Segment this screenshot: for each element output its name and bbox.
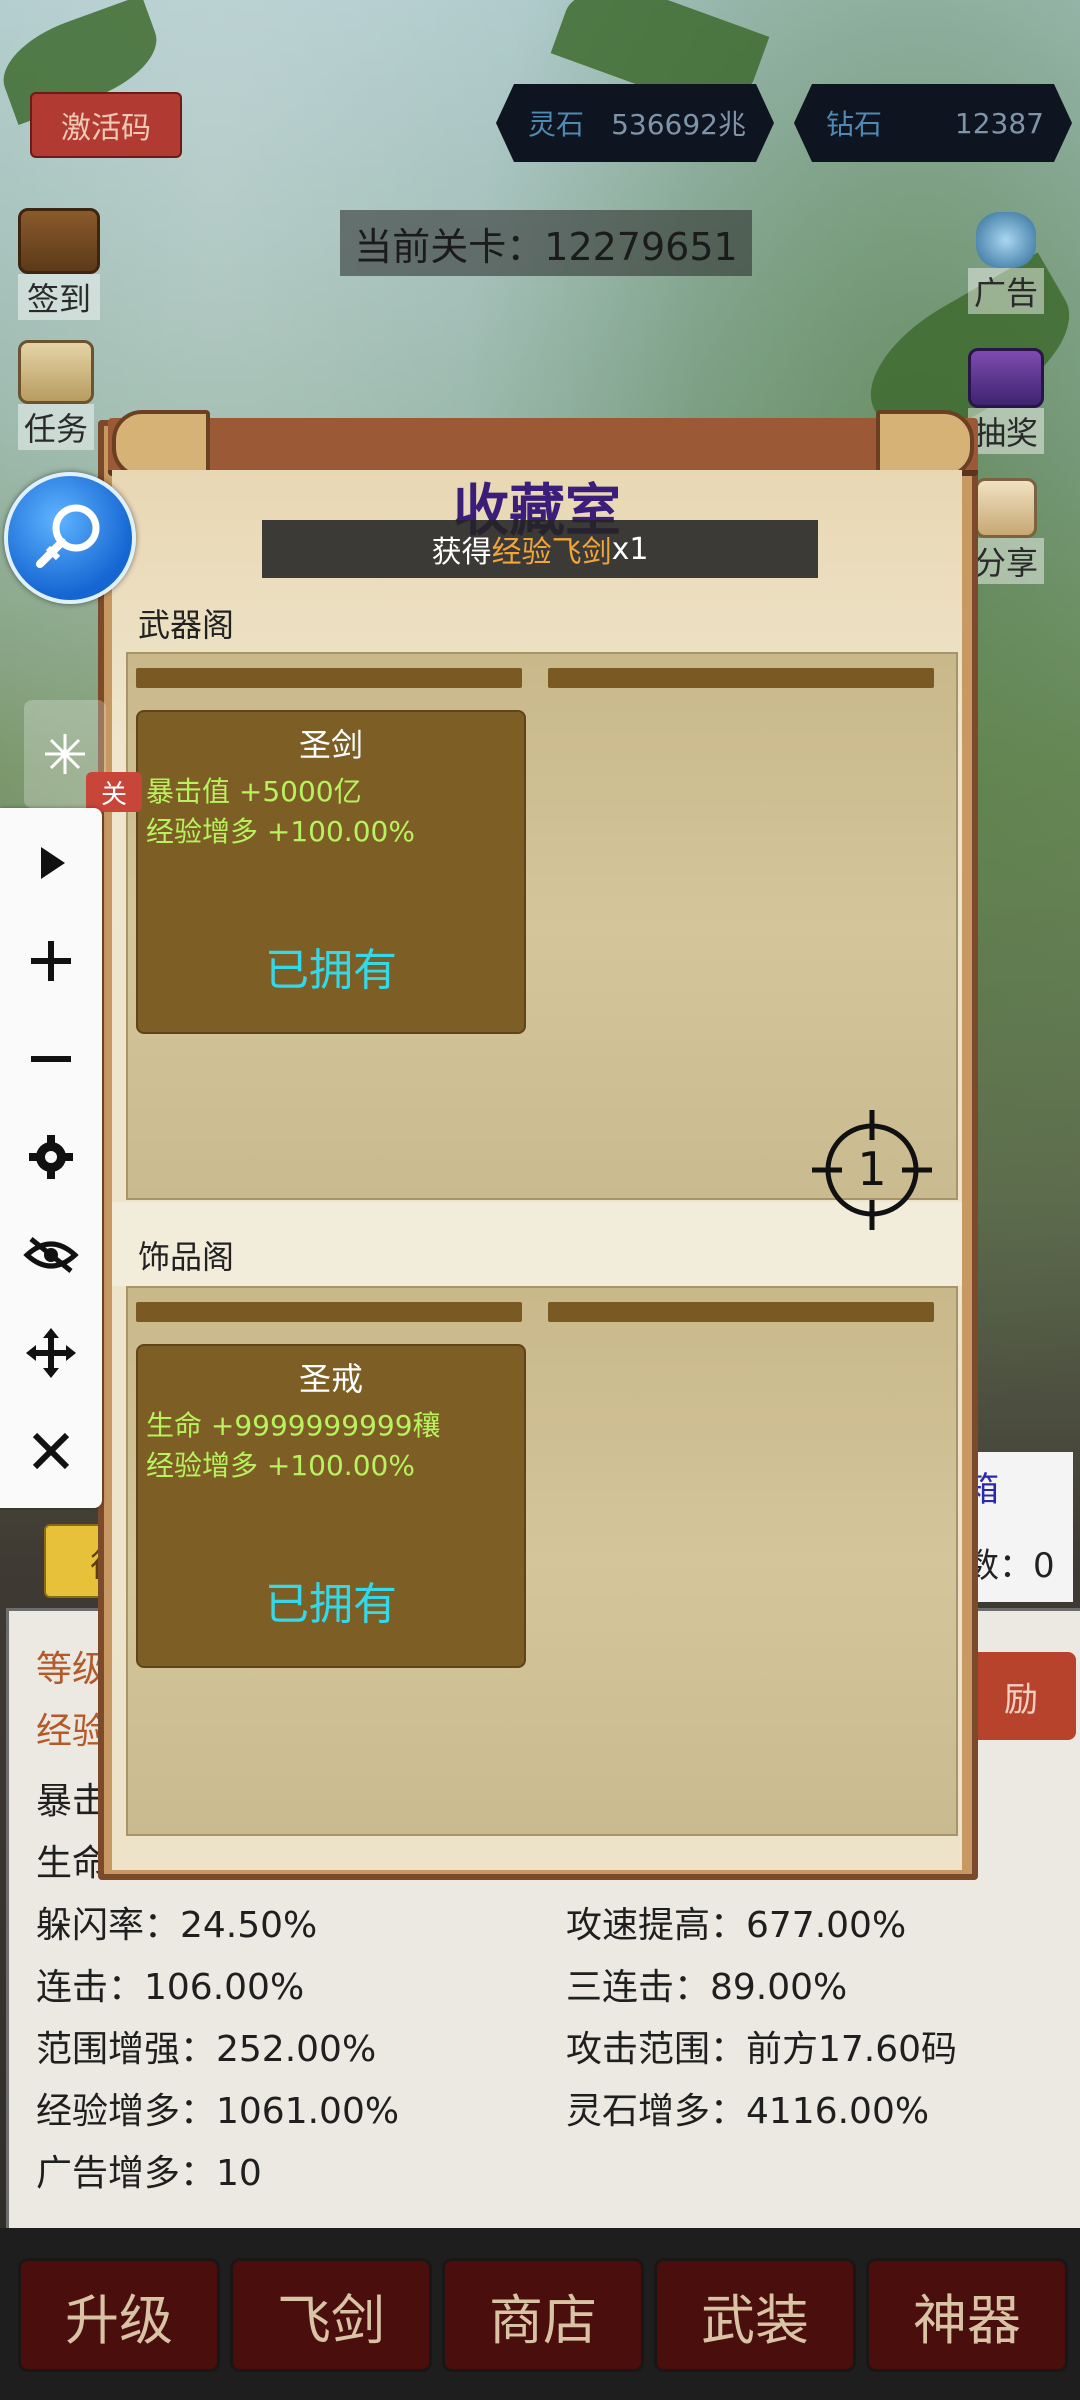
play-button[interactable] xyxy=(0,818,102,908)
ads-button[interactable]: 广告 xyxy=(968,212,1045,314)
diamond-value: 12387 xyxy=(954,106,1044,140)
toast-item: 经验飞剑 xyxy=(491,535,612,570)
spirit-stone-counter: 灵石 536692兆 xyxy=(496,84,774,162)
plus-icon xyxy=(31,941,71,981)
nav-equipment[interactable]: 武装 xyxy=(654,2258,856,2372)
floating-toolbar xyxy=(0,808,102,1508)
zoom-in-button[interactable] xyxy=(0,916,102,1006)
diamond-label: 钻石 xyxy=(826,108,883,141)
stat-attack-speed: 攻速提高：677.00% xyxy=(566,1905,907,1946)
stat-range-boost: 范围增强：252.00% xyxy=(36,2029,377,2070)
accessory-stat: 经验增多 +100.00% xyxy=(146,1449,415,1482)
close-icon xyxy=(32,1432,70,1470)
toast-suffix: x1 xyxy=(611,531,649,567)
stat-dodge: 躲闪率：24.50% xyxy=(36,1905,318,1946)
weapon-card[interactable]: 圣剑 暴击值 +5000亿 经验增多 +100.00% 已拥有 xyxy=(136,710,526,1034)
accessory-slot-header xyxy=(548,1302,934,1322)
eye-off-icon xyxy=(23,1237,79,1273)
activation-code-button[interactable]: 激活码 xyxy=(30,92,182,158)
hide-button[interactable] xyxy=(0,1210,102,1300)
spirit-stone-label: 灵石 xyxy=(528,108,585,141)
chest-count-fragment: 数：0 xyxy=(965,1546,1055,1586)
lottery-label: 抽奖 xyxy=(968,408,1045,454)
move-button[interactable] xyxy=(0,1308,102,1398)
settings-button[interactable] xyxy=(0,1112,102,1202)
stat-spirit-stone-boost: 灵石增多：4116.00% xyxy=(566,2091,930,2132)
sign-in-button[interactable]: 签到 xyxy=(18,208,100,320)
magnifier-tool-button[interactable] xyxy=(4,472,136,604)
weapon-owned-status: 已拥有 xyxy=(265,945,397,996)
nav-artifact[interactable]: 神器 xyxy=(866,2258,1068,2372)
tasks-button[interactable]: 任务 xyxy=(18,340,95,450)
stat-attack-range: 攻击范围：前方17.60码 xyxy=(566,2029,958,2070)
weapon-slot-header xyxy=(136,668,522,688)
lottery-chest-icon xyxy=(968,348,1044,408)
off-badge[interactable]: 关 xyxy=(86,772,142,812)
lottery-button[interactable]: 抽奖 xyxy=(968,348,1045,454)
magnifier-icon xyxy=(36,504,100,568)
toast-prefix: 获得 xyxy=(431,535,492,570)
accessories-section-label: 饰品阁 xyxy=(138,1238,235,1276)
scroll-icon xyxy=(18,340,94,404)
close-button[interactable] xyxy=(0,1406,102,1496)
weapons-section-label: 武器阁 xyxy=(138,606,235,644)
share-button[interactable]: 分享 xyxy=(968,478,1045,584)
crystal-icon xyxy=(976,212,1036,268)
nav-upgrade[interactable]: 升级 xyxy=(18,2258,220,2372)
accessory-owned-status: 已拥有 xyxy=(265,1579,397,1630)
tap-target-crosshair[interactable]: 1 xyxy=(812,1110,932,1230)
gear-icon xyxy=(29,1135,73,1179)
accessory-stat: 生命 +9999999999穰 xyxy=(146,1409,441,1442)
minus-icon xyxy=(31,1056,71,1062)
spirit-stone-value: 536692兆 xyxy=(611,108,746,141)
accessory-card[interactable]: 圣戒 生命 +9999999999穰 经验增多 +100.00% 已拥有 xyxy=(136,1344,526,1668)
weapon-stat: 暴击值 +5000亿 xyxy=(146,775,362,808)
stat-triple-hit: 三连击：89.00% xyxy=(566,1967,848,2008)
stat-ad-boost: 广告增多：10 xyxy=(36,2153,262,2194)
crosshair-number: 1 xyxy=(857,1142,887,1196)
stat-exp-boost: 经验增多：1061.00% xyxy=(36,2091,400,2132)
treasure-chest-icon xyxy=(18,208,100,274)
play-icon xyxy=(41,847,65,879)
weapon-name: 圣剑 xyxy=(298,726,363,764)
share-scroll-icon xyxy=(975,478,1037,538)
zoom-out-button[interactable] xyxy=(0,1014,102,1104)
reward-button-fragment: 励 xyxy=(1004,1679,1038,1720)
move-icon xyxy=(26,1328,76,1378)
reward-toast: 获得 经验飞剑 x1 xyxy=(262,520,818,578)
diamond-counter: 钻石 12387 xyxy=(794,84,1072,162)
share-label: 分享 xyxy=(968,538,1045,584)
weapon-slot-header xyxy=(548,668,934,688)
tasks-label: 任务 xyxy=(18,404,95,450)
weapon-stat: 经验增多 +100.00% xyxy=(146,815,415,848)
accessory-name: 圣戒 xyxy=(298,1360,363,1398)
nav-shop[interactable]: 商店 xyxy=(442,2258,644,2372)
ads-label: 广告 xyxy=(968,268,1045,314)
accessory-slot-header xyxy=(136,1302,522,1322)
nav-flying-sword[interactable]: 飞剑 xyxy=(230,2258,432,2372)
stat-combo: 连击：106.00% xyxy=(36,1967,305,2008)
current-stage: 当前关卡：12279651 xyxy=(340,210,752,276)
reward-button[interactable]: 励 xyxy=(966,1652,1076,1740)
sign-in-label: 签到 xyxy=(18,274,100,320)
